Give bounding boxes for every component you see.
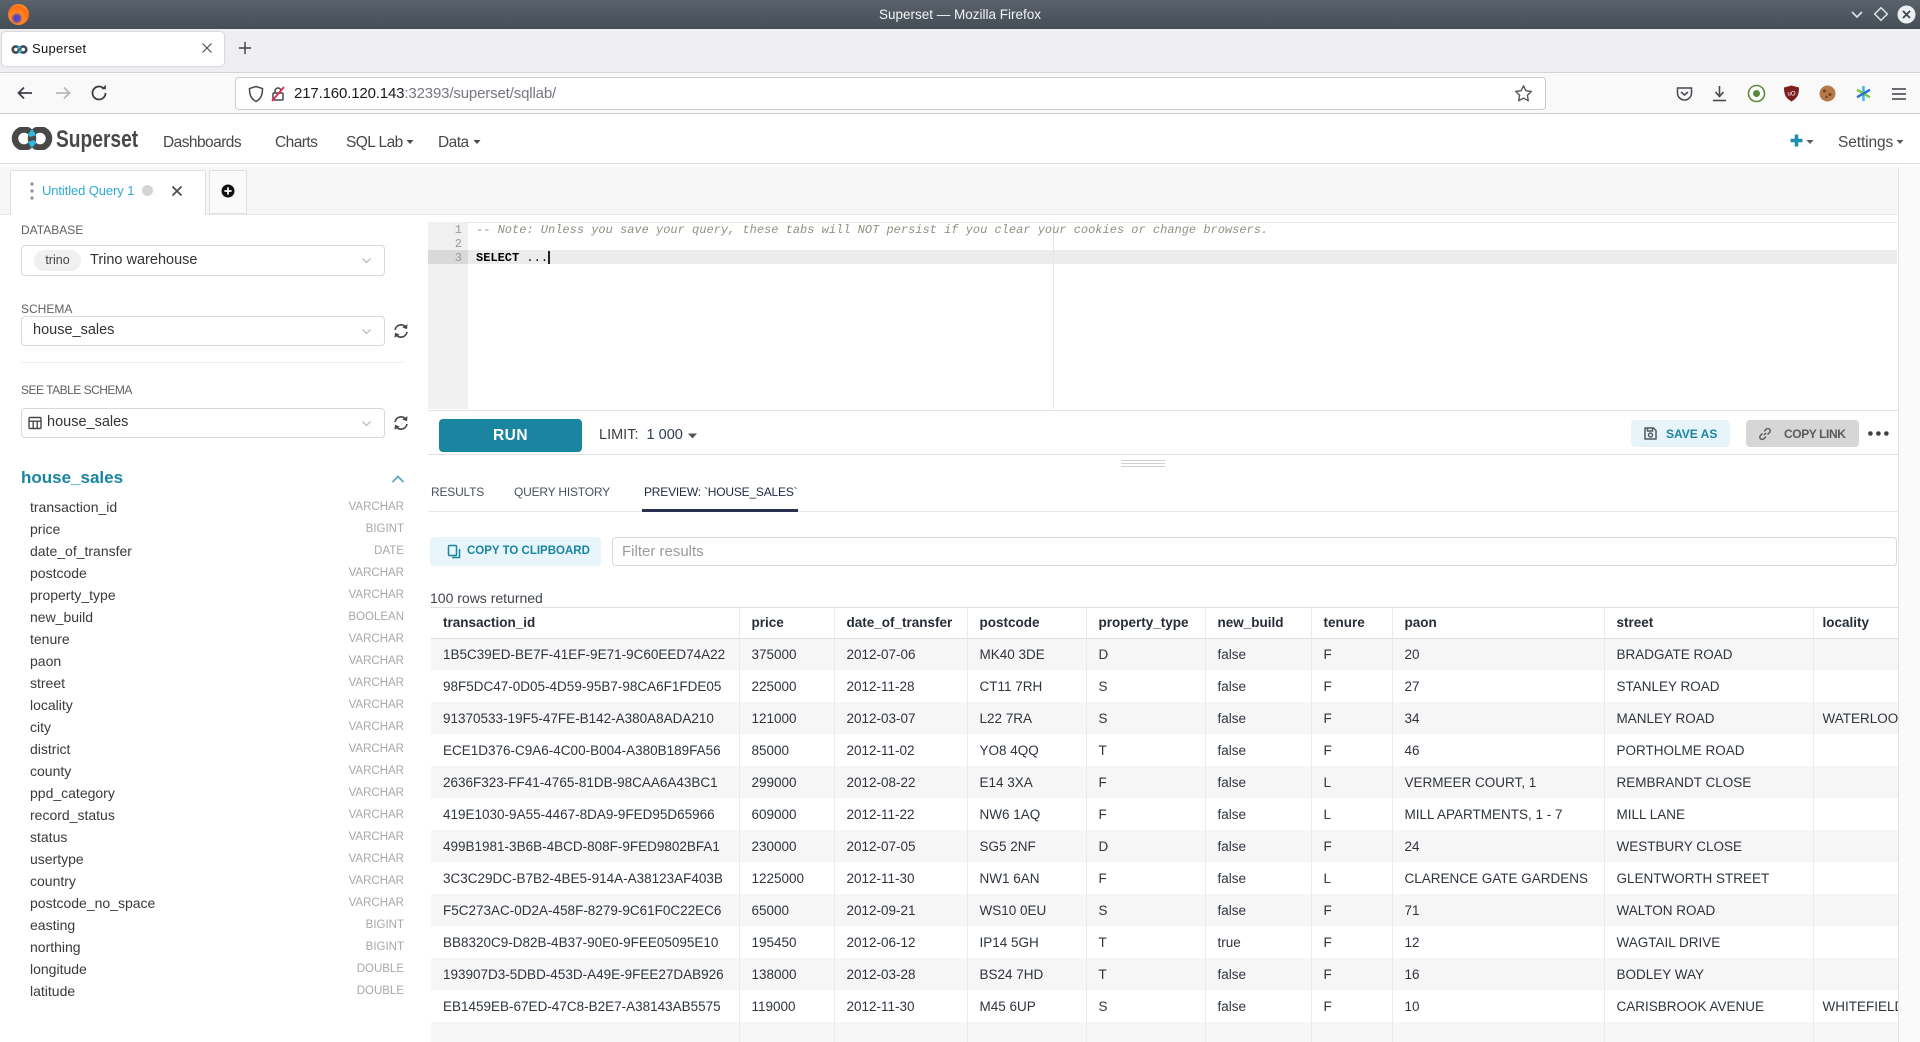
svg-text:uO: uO [1787, 92, 1795, 98]
